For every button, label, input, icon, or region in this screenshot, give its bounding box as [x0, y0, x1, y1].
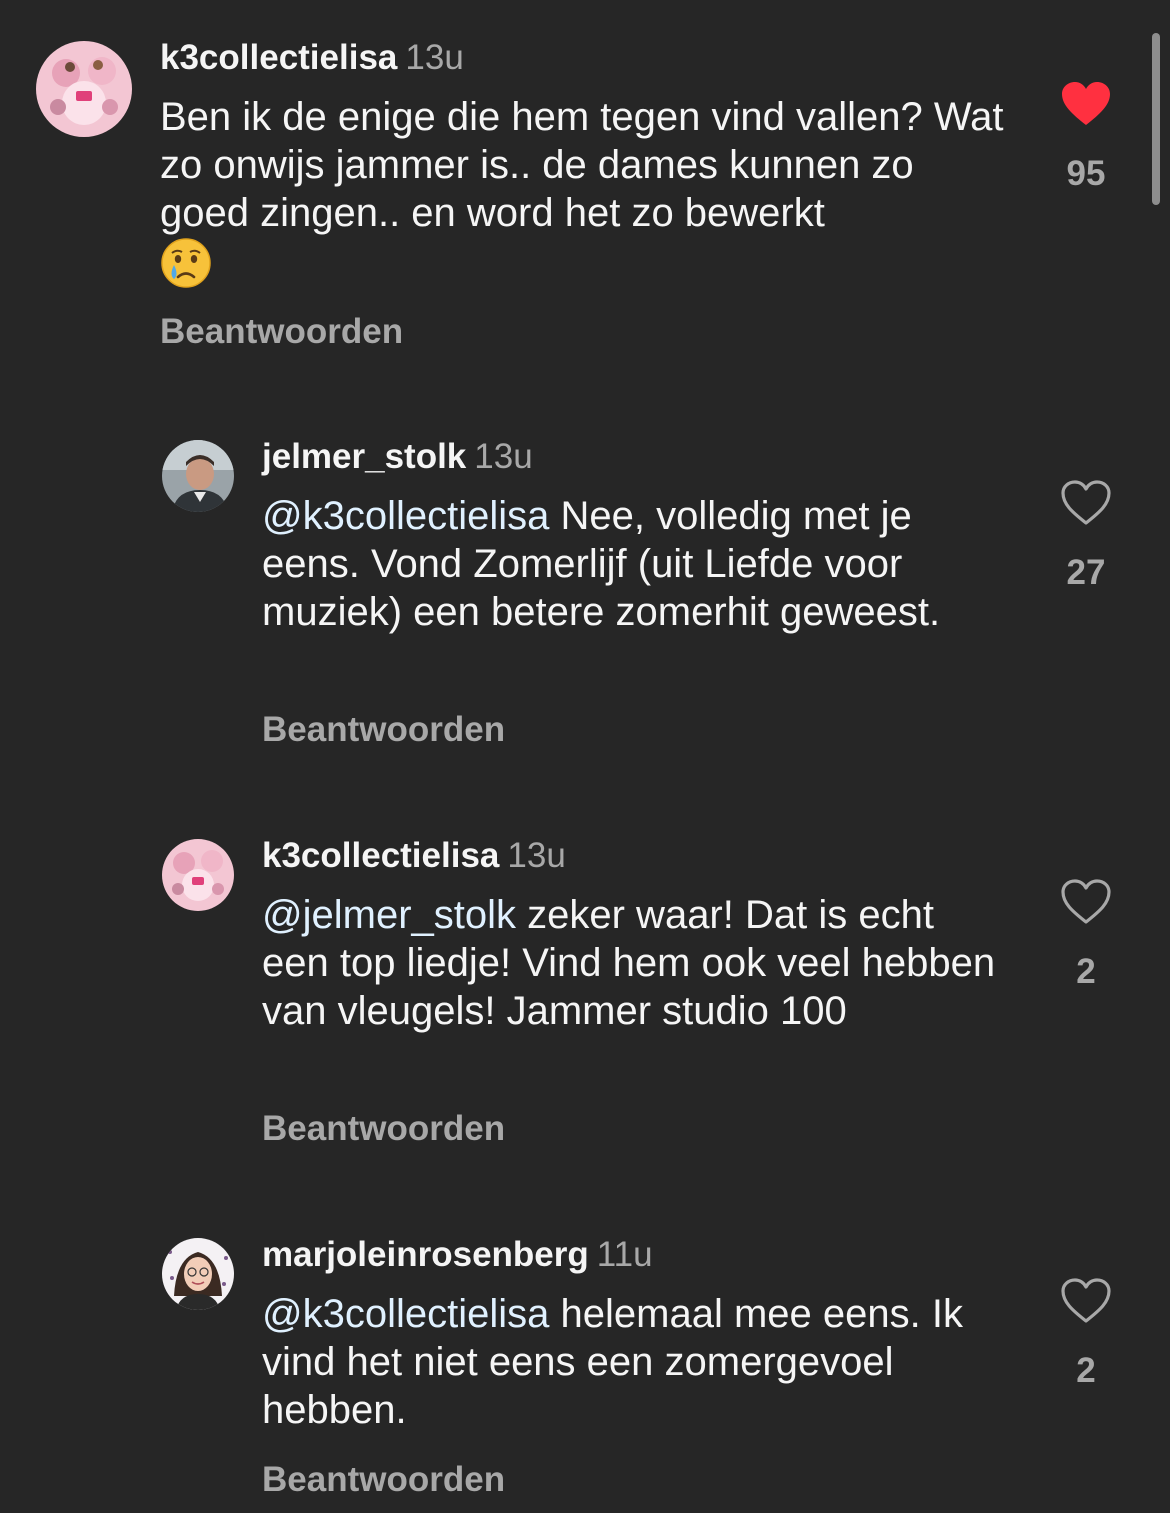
reply-button[interactable]: Beantwoorden [262, 710, 505, 750]
crying-face-emoji [160, 237, 212, 289]
avatar[interactable] [162, 1238, 234, 1310]
scrollbar[interactable] [1152, 33, 1160, 205]
comment-header: marjoleinrosenberg 11u [262, 1235, 653, 1275]
like-button[interactable] [1060, 80, 1112, 128]
mention-link[interactable]: @k3collectielisa [262, 1292, 549, 1336]
reply-button[interactable]: Beantwoorden [160, 312, 403, 352]
like-button[interactable] [1060, 1277, 1112, 1325]
heart-outline-icon [1061, 480, 1111, 525]
heart-filled-icon [1062, 82, 1110, 125]
comment-header: k3collectielisa 13u [262, 836, 566, 876]
reply-button[interactable]: Beantwoorden [262, 1109, 505, 1149]
like-button[interactable] [1060, 878, 1112, 926]
timestamp: 13u [474, 437, 533, 476]
avatar[interactable] [162, 440, 234, 512]
comment-text: @jelmer_stolk zeker waar! Dat is echt ee… [262, 891, 1002, 1035]
comment-header: jelmer_stolk 13u [262, 437, 533, 477]
comment-text: @k3collectielisa helemaal mee eens. Ik v… [262, 1290, 1002, 1434]
timestamp: 13u [507, 836, 566, 875]
comment-header: k3collectielisa 13u [160, 38, 464, 78]
mention-link[interactable]: @jelmer_stolk [262, 893, 516, 937]
mention-link[interactable]: @k3collectielisa [262, 494, 549, 538]
heart-outline-icon [1061, 1278, 1111, 1323]
avatar[interactable] [162, 839, 234, 911]
username[interactable]: k3collectielisa [262, 836, 499, 875]
avatar[interactable] [36, 41, 132, 137]
reply-button[interactable]: Beantwoorden [262, 1460, 505, 1500]
like-count: 95 [1066, 154, 1106, 193]
timestamp: 13u [405, 38, 464, 77]
like-count: 2 [1076, 952, 1096, 991]
like-count: 27 [1066, 553, 1106, 592]
heart-outline-icon [1061, 879, 1111, 924]
comment-text: @k3collectielisa Nee, volledig met je ee… [262, 492, 1002, 636]
username[interactable]: marjoleinrosenberg [262, 1235, 589, 1274]
username[interactable]: jelmer_stolk [262, 437, 466, 476]
like-count: 2 [1076, 1351, 1096, 1390]
comment-text: Ben ik de enige die hem tegen vind valle… [160, 93, 1010, 292]
username[interactable]: k3collectielisa [160, 38, 397, 77]
like-button[interactable] [1060, 479, 1112, 527]
comment-body: Ben ik de enige die hem tegen vind valle… [160, 95, 1004, 235]
timestamp: 11u [596, 1235, 653, 1274]
